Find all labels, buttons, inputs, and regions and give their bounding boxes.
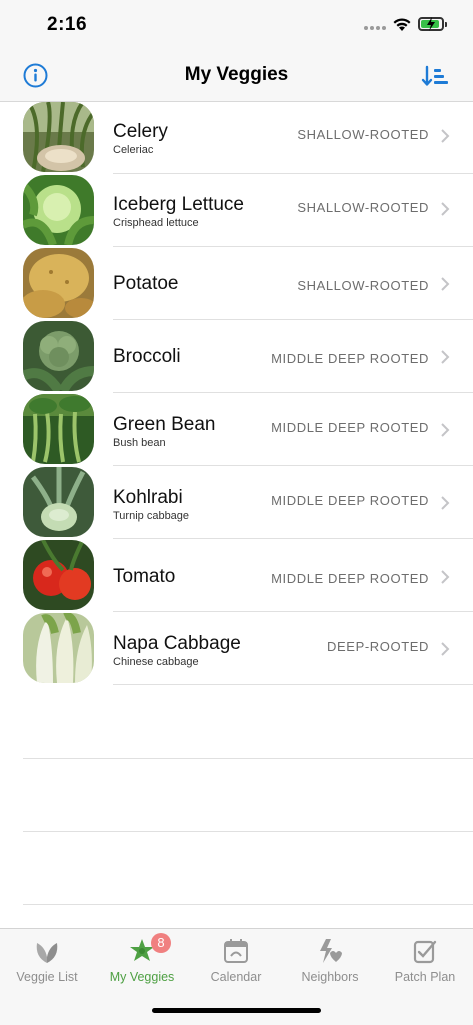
kohlrabi-photo: [23, 467, 94, 537]
list-item[interactable]: Broccoli MIDDLE DEEP ROOTED: [0, 320, 473, 393]
green-bean-photo: [23, 394, 94, 464]
home-indicator: [152, 1008, 321, 1013]
list-item[interactable]: Celery Celeriac SHALLOW-ROOTED: [0, 101, 473, 174]
badge-count: 8: [151, 933, 171, 953]
veggie-name: Celery: [113, 121, 168, 142]
tomato-photo: [23, 540, 94, 610]
calendar-icon: [224, 939, 248, 963]
list-item[interactable]: Kohlrabi Turnip cabbage MIDDLE DEEP ROOT…: [0, 466, 473, 539]
veggie-name: Iceberg Lettuce: [113, 194, 244, 215]
root-depth-label: MIDDLE DEEP ROOTED: [271, 420, 429, 435]
empty-row-separator: [23, 831, 473, 832]
chevron-right-icon: [441, 202, 450, 216]
potato-photo: [23, 248, 94, 318]
navigation-bar: My Veggies: [0, 50, 473, 102]
chevron-right-icon: [441, 350, 450, 364]
broccoli-photo: [23, 321, 94, 391]
wifi-icon: [393, 18, 411, 31]
list-item[interactable]: Tomato MIDDLE DEEP ROOTED: [0, 539, 473, 612]
sort-descending-icon[interactable]: [421, 64, 449, 88]
page-title: My Veggies: [184, 64, 289, 85]
veggie-subtitle: Bush bean: [113, 437, 166, 449]
tab-label: My Veggies: [109, 970, 175, 984]
charging-bolt-icon: [427, 17, 435, 31]
status-time: 2:16: [47, 14, 88, 35]
root-depth-label: SHALLOW-ROOTED: [297, 127, 429, 142]
veggie-name: Tomato: [113, 566, 176, 587]
tab-label: Patch Plan: [394, 970, 456, 984]
veggie-name: Napa Cabbage: [113, 633, 241, 654]
tab-label: Calendar: [210, 970, 262, 984]
patch-plan-icon: [413, 940, 437, 964]
chevron-right-icon: [441, 642, 450, 656]
root-depth-label: MIDDLE DEEP ROOTED: [271, 571, 429, 586]
root-depth-label: SHALLOW-ROOTED: [297, 200, 429, 215]
tab-label: Veggie List: [16, 970, 78, 984]
tab-veggie-list[interactable]: Veggie List: [0, 929, 94, 999]
tab-neighbors[interactable]: Neighbors: [283, 929, 377, 999]
napa-cabbage-photo: [23, 613, 94, 683]
celery-photo: [23, 102, 94, 172]
list-item[interactable]: Napa Cabbage Chinese cabbage DEEP-ROOTED: [0, 612, 473, 685]
veggie-subtitle: Crisphead lettuce: [113, 217, 199, 229]
veggie-name: Kohlrabi: [113, 487, 183, 508]
iceberg-lettuce-photo: [23, 175, 94, 245]
empty-row-separator: [23, 904, 473, 905]
tab-patch-plan[interactable]: Patch Plan: [378, 929, 472, 999]
list-item[interactable]: Potatoe SHALLOW-ROOTED: [0, 247, 473, 320]
chevron-right-icon: [441, 423, 450, 437]
list-item[interactable]: Iceberg Lettuce Crisphead lettuce SHALLO…: [0, 174, 473, 247]
root-depth-label: MIDDLE DEEP ROOTED: [271, 493, 429, 508]
root-depth-label: SHALLOW-ROOTED: [297, 278, 429, 293]
veggie-name: Broccoli: [113, 346, 181, 367]
chevron-right-icon: [441, 570, 450, 584]
root-depth-label: MIDDLE DEEP ROOTED: [271, 351, 429, 366]
tab-my-veggies[interactable]: 8 My Veggies: [95, 929, 189, 999]
tab-calendar[interactable]: Calendar: [189, 929, 283, 999]
status-bar: 2:16: [0, 0, 473, 50]
tab-label: Neighbors: [301, 970, 359, 984]
neighbors-icon: [320, 939, 342, 963]
cellular-signal-icon: [364, 25, 388, 31]
root-depth-label: DEEP-ROOTED: [327, 639, 429, 654]
chevron-right-icon: [441, 277, 450, 291]
veggie-subtitle: Celeriac: [113, 144, 154, 156]
veggie-subtitle: Chinese cabbage: [113, 656, 199, 668]
chevron-right-icon: [441, 496, 450, 510]
list-item[interactable]: Green Bean Bush bean MIDDLE DEEP ROOTED: [0, 393, 473, 466]
veggie-subtitle: Turnip cabbage: [113, 510, 190, 522]
empty-row-separator: [23, 758, 473, 759]
veggie-name: Green Bean: [113, 414, 216, 435]
leaf-icon: [36, 943, 58, 963]
veggie-name: Potatoe: [113, 273, 179, 294]
chevron-right-icon: [441, 129, 450, 143]
